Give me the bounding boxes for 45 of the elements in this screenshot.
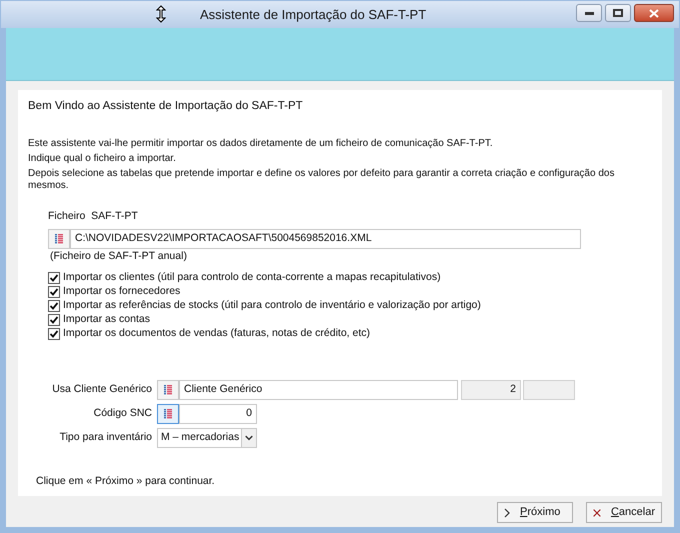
cancel-button[interactable]: Cancelar <box>586 502 662 523</box>
chevron-down-icon <box>241 428 256 447</box>
empty-field[interactable] <box>523 380 575 400</box>
resize-cursor-icon <box>156 5 166 23</box>
maximize-icon <box>613 9 623 17</box>
file-hint: (Ficheiro de SAF-T-PT anual) <box>50 249 188 264</box>
inventory-type-label: Tipo para inventário <box>58 430 153 445</box>
snc-code-field[interactable]: 0 <box>179 404 257 424</box>
snc-code-label: Código SNC <box>92 406 153 421</box>
generic-client-label: Usa Cliente Genérico <box>51 382 153 397</box>
file-path-field[interactable]: C:\NOVIDADESV22\IMPORTACAOSAFT\5004569852016.XML <box>70 229 581 249</box>
checkbox[interactable] <box>48 314 60 326</box>
checkbox[interactable] <box>48 272 60 284</box>
list-icon <box>164 384 172 395</box>
generic-client-field[interactable]: Cliente Genérico <box>179 380 458 400</box>
wizard-heading: Bem Vindo ao Assistente de Importação do SAF-T-PT <box>28 99 304 114</box>
list-icon <box>55 234 63 244</box>
client-number-field[interactable]: 2 <box>461 380 521 400</box>
checkbox[interactable] <box>48 328 60 340</box>
minimize-icon <box>584 12 594 14</box>
lookup-button[interactable] <box>48 229 70 249</box>
checkbox-label: Importar as contas <box>63 312 150 328</box>
minimize-button[interactable] <box>576 4 602 22</box>
window-title: Assistente de Importação do SAF-T-PT <box>200 6 426 24</box>
intro-text: Este assistente vai-lhe permitir importar os dados diretamente de um ficheiro de comunicação SAF-T-PT. <box>28 138 494 150</box>
intro-text: Depois selecione as tabelas que pretende importar e define os valores por defeito para garantir a correta criação e configuração dos mesmos. <box>28 168 616 192</box>
checkbox-label: Importar os documentos de vendas (faturas, notas de crédito, etc) <box>63 326 370 342</box>
continue-hint: Clique em « Próximo » para continuar. <box>36 474 216 490</box>
chevron-right-icon <box>504 508 510 518</box>
lookup-button[interactable] <box>157 380 179 400</box>
checkbox-label: Importar as referências de stocks (útil para controlo de inventário e valorização por artigo) <box>63 298 481 314</box>
checkbox[interactable] <box>48 300 60 312</box>
close-icon <box>593 506 601 518</box>
close-button[interactable] <box>634 4 674 22</box>
intro-text: Indique qual o ficheiro a importar. <box>28 153 177 166</box>
list-icon <box>164 408 172 419</box>
maximize-button[interactable] <box>605 4 631 22</box>
file-label: Ficheiro SAF-T-PT <box>48 209 139 224</box>
checkbox[interactable] <box>48 286 60 298</box>
inventory-type-dropdown[interactable]: M – mercadorias <box>157 428 257 448</box>
next-button[interactable]: Próximo <box>497 502 573 523</box>
checkbox-label: Importar os clientes (útil para controlo de conta-corrente a mapas recapitulativos) <box>63 270 441 286</box>
checkbox-label: Importar os fornecedores <box>63 284 180 300</box>
close-icon <box>649 8 659 18</box>
lookup-button[interactable] <box>157 404 179 424</box>
